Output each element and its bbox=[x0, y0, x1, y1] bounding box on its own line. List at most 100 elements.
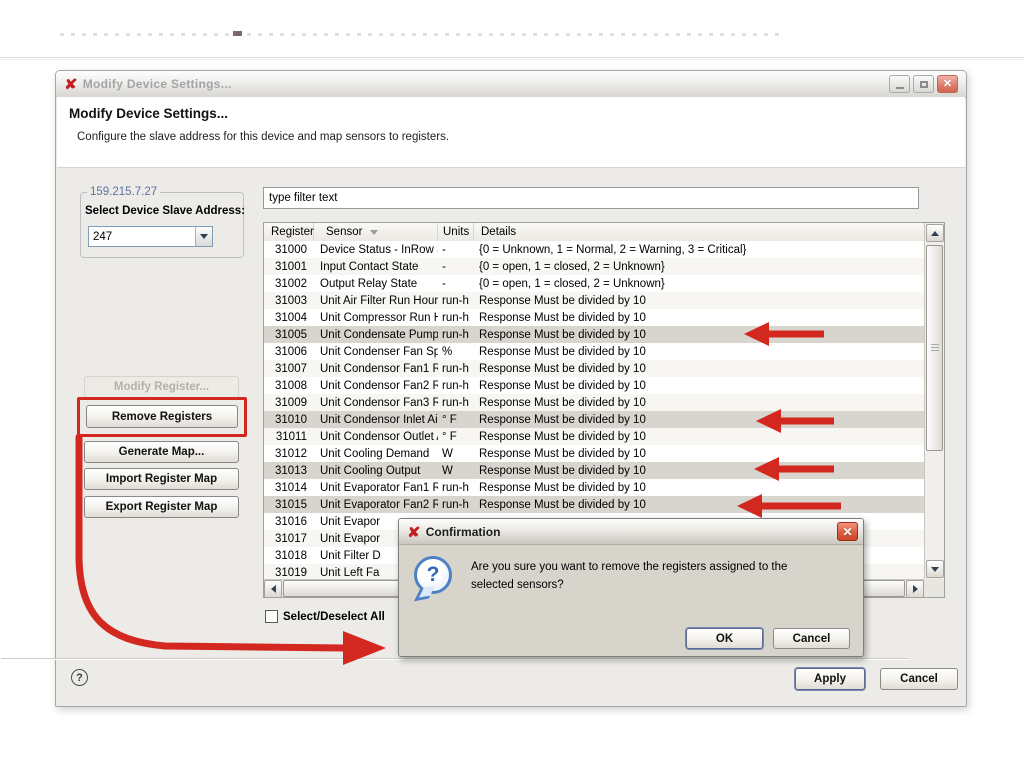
question-bubble-icon: ? bbox=[414, 556, 452, 594]
cell-details: {0 = open, 1 = closed, 2 = Unknown} bbox=[474, 278, 924, 290]
annotation-highlight-rectangle bbox=[77, 397, 247, 437]
table-row[interactable]: 31001Input Contact State-{0 = open, 1 = … bbox=[264, 258, 924, 275]
sort-desc-icon bbox=[370, 230, 378, 235]
cell-sensor: Unit Cooling Output bbox=[314, 465, 438, 477]
apply-button[interactable]: Apply bbox=[795, 668, 865, 690]
cell-details: Response Must be divided by 10 bbox=[474, 363, 924, 375]
cell-register: 31009 bbox=[264, 397, 314, 409]
cell-sensor: Unit Condensor Outlet Air ... bbox=[314, 431, 438, 443]
cell-sensor: Unit Condensor Fan2 Run ... bbox=[314, 380, 438, 392]
footer-divider bbox=[1, 658, 909, 660]
confirmation-titlebar[interactable]: ✘ Confirmation ✕ bbox=[399, 519, 863, 545]
close-icon: ✕ bbox=[943, 79, 952, 90]
cell-sensor: Unit Evaporator Fan1 Run ... bbox=[314, 482, 438, 494]
table-row[interactable]: 31002Output Relay State-{0 = open, 1 = c… bbox=[264, 275, 924, 292]
cell-units: run-h bbox=[438, 363, 474, 375]
maximize-button[interactable] bbox=[913, 75, 934, 93]
cell-sensor: Unit Air Filter Run Hours bbox=[314, 295, 438, 307]
cell-sensor: Unit Condensor Inlet Air Te... bbox=[314, 414, 438, 426]
confirmation-close-button[interactable]: ✕ bbox=[837, 522, 858, 541]
slave-address-select[interactable]: 247 bbox=[88, 226, 213, 247]
cell-register: 31000 bbox=[264, 244, 314, 256]
cell-register: 31016 bbox=[264, 516, 314, 528]
ok-button[interactable]: OK bbox=[686, 628, 763, 649]
app-x-icon: ✘ bbox=[64, 77, 77, 91]
table-header: Register Sensor Units Details bbox=[264, 223, 924, 242]
cell-sensor: Unit Compressor Run Hours bbox=[314, 312, 438, 324]
scroll-left-button[interactable] bbox=[264, 580, 282, 598]
vertical-scrollbar-thumb[interactable] bbox=[926, 245, 943, 451]
background-artifact-dot bbox=[233, 31, 242, 36]
table-row[interactable]: 31009Unit Condensor Fan3 Run ...run-hRes… bbox=[264, 394, 924, 411]
cell-register: 31017 bbox=[264, 533, 314, 545]
cell-units: - bbox=[438, 278, 474, 290]
cell-sensor: Unit Condensor Fan3 Run ... bbox=[314, 397, 438, 409]
close-button[interactable]: ✕ bbox=[937, 75, 958, 93]
close-icon: ✕ bbox=[842, 525, 852, 539]
cell-units: run-h bbox=[438, 380, 474, 392]
combo-dropdown-button[interactable] bbox=[195, 227, 212, 246]
cell-units: W bbox=[438, 448, 474, 460]
column-header-units[interactable]: Units bbox=[438, 223, 474, 241]
select-all-control: Select/Deselect All bbox=[265, 610, 385, 623]
column-header-details[interactable]: Details bbox=[474, 223, 924, 241]
cell-units: run-h bbox=[438, 329, 474, 341]
confirmation-cancel-button[interactable]: Cancel bbox=[773, 628, 850, 649]
table-row[interactable]: 31013Unit Cooling OutputWResponse Must b… bbox=[264, 462, 924, 479]
table-row[interactable]: 31008Unit Condensor Fan2 Run ...run-hRes… bbox=[264, 377, 924, 394]
table-row[interactable]: 31015Unit Evaporator Fan2 Run ...run-hRe… bbox=[264, 496, 924, 513]
window-controls: ✕ bbox=[889, 75, 958, 93]
cell-register: 31003 bbox=[264, 295, 314, 307]
arrow-up-icon bbox=[931, 231, 939, 236]
cell-units: ° F bbox=[438, 431, 474, 443]
table-row[interactable]: 31003Unit Air Filter Run Hoursrun-hRespo… bbox=[264, 292, 924, 309]
scroll-up-button[interactable] bbox=[926, 224, 944, 242]
table-row[interactable]: 31007Unit Condensor Fan1 Run ...run-hRes… bbox=[264, 360, 924, 377]
cell-register: 31011 bbox=[264, 431, 314, 443]
select-all-checkbox[interactable] bbox=[265, 610, 278, 623]
column-header-sensor-label: Sensor bbox=[326, 226, 362, 238]
generate-map-button[interactable]: Generate Map... bbox=[84, 441, 239, 463]
import-register-map-button[interactable]: Import Register Map bbox=[84, 468, 239, 490]
cell-sensor: Unit Condenser Fan Speed bbox=[314, 346, 438, 358]
cell-sensor: Unit Condensor Fan1 Run ... bbox=[314, 363, 438, 375]
column-header-sensor[interactable]: Sensor bbox=[314, 223, 438, 241]
cell-details: Response Must be divided by 10 bbox=[474, 295, 924, 307]
table-row[interactable]: 31006Unit Condenser Fan Speed%Response M… bbox=[264, 343, 924, 360]
minimize-icon bbox=[896, 87, 904, 89]
slave-address-label: Select Device Slave Address: bbox=[85, 205, 245, 217]
confirmation-message: Are you sure you want to remove the regi… bbox=[471, 559, 801, 595]
table-row[interactable]: 31000Device Status - InRow SC-{0 = Unkno… bbox=[264, 241, 924, 258]
table-row[interactable]: 31011Unit Condensor Outlet Air ...° FRes… bbox=[264, 428, 924, 445]
filter-input[interactable] bbox=[263, 187, 919, 209]
scroll-down-button[interactable] bbox=[926, 560, 944, 578]
cell-sensor: Input Contact State bbox=[314, 261, 438, 273]
table-row[interactable]: 31004Unit Compressor Run Hoursrun-hRespo… bbox=[264, 309, 924, 326]
cancel-button[interactable]: Cancel bbox=[880, 668, 958, 690]
cell-register: 31014 bbox=[264, 482, 314, 494]
device-address-groupbox: 159.215.7.27 Select Device Slave Address… bbox=[80, 192, 244, 258]
page-background: ✘ Modify Device Settings... ✕ Modify Dev… bbox=[0, 0, 1024, 768]
table-row[interactable]: 31012Unit Cooling DemandWResponse Must b… bbox=[264, 445, 924, 462]
column-header-register[interactable]: Register bbox=[264, 223, 314, 241]
confirmation-title: Confirmation bbox=[426, 525, 501, 539]
modify-register-button[interactable]: Modify Register... bbox=[84, 376, 239, 398]
cell-register: 31005 bbox=[264, 329, 314, 341]
chevron-down-icon bbox=[200, 234, 208, 239]
cell-units: - bbox=[438, 244, 474, 256]
table-row[interactable]: 31010Unit Condensor Inlet Air Te...° FRe… bbox=[264, 411, 924, 428]
vertical-scrollbar[interactable] bbox=[924, 223, 944, 579]
window-titlebar[interactable]: ✘ Modify Device Settings... ✕ bbox=[56, 71, 966, 98]
minimize-button[interactable] bbox=[889, 75, 910, 93]
window-title: Modify Device Settings... bbox=[83, 77, 232, 91]
cell-units: run-h bbox=[438, 397, 474, 409]
table-row[interactable]: 31005Unit Condensate Pump Ru...run-hResp… bbox=[264, 326, 924, 343]
help-button[interactable]: ? bbox=[71, 669, 88, 686]
cell-details: Response Must be divided by 10 bbox=[474, 346, 924, 358]
cell-units: run-h bbox=[438, 295, 474, 307]
table-row[interactable]: 31014Unit Evaporator Fan1 Run ...run-hRe… bbox=[264, 479, 924, 496]
export-register-map-button[interactable]: Export Register Map bbox=[84, 496, 239, 518]
cell-sensor: Device Status - InRow SC bbox=[314, 244, 438, 256]
scroll-right-button[interactable] bbox=[906, 580, 924, 598]
cell-register: 31015 bbox=[264, 499, 314, 511]
